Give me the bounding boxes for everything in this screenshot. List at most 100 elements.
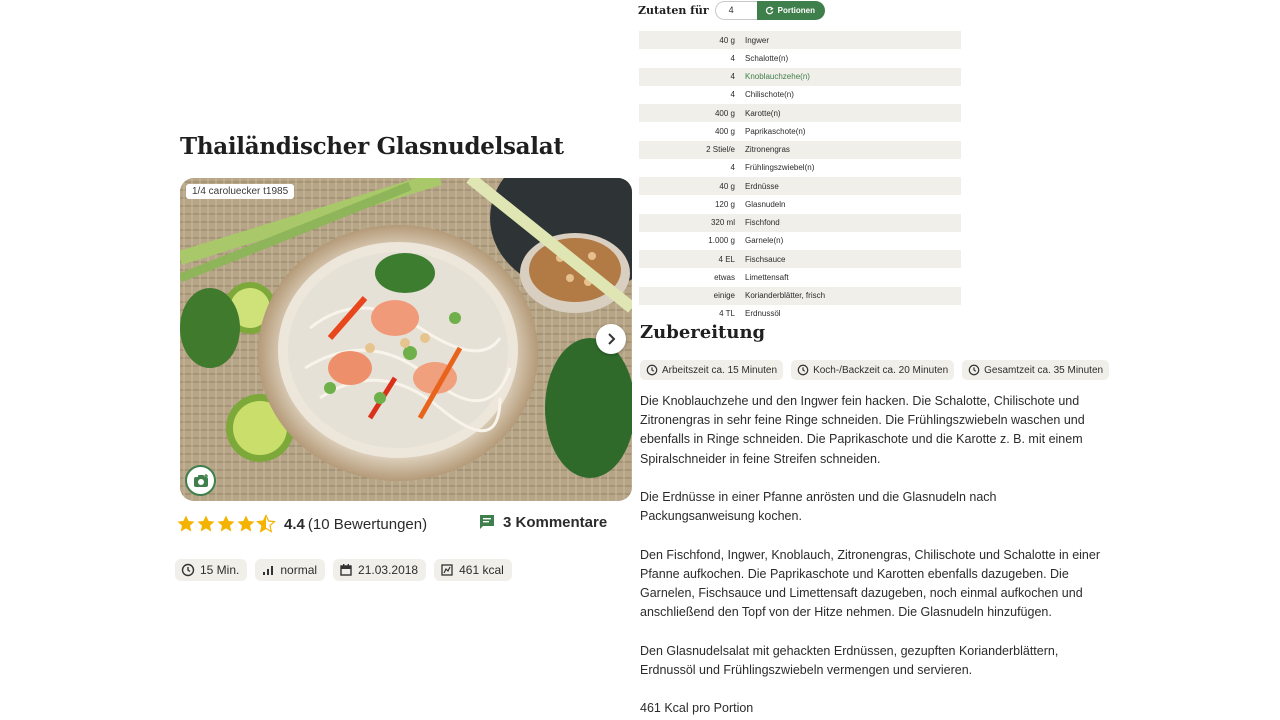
ingredient-row: etwas Limettensaft — [639, 268, 961, 286]
clock-icon — [797, 364, 809, 376]
cook-time-label: Koch-/Backzeit ca. 20 Minuten — [813, 364, 949, 376]
ingredient-name: Limettensaft — [745, 272, 789, 282]
portion-input[interactable]: 4 — [714, 1, 757, 20]
ingredient-amount: 120 g — [714, 199, 735, 209]
portion-control: Zutaten für 4 Portionen — [638, 1, 826, 20]
meta-date-label: 21.03.2018 — [358, 563, 419, 577]
work-time: Arbeitszeit ca. 15 Minuten — [640, 360, 784, 380]
preparation-steps: Die Knoblauchzehe und den Ingwer fein ha… — [640, 392, 1110, 720]
star-rating-icon — [177, 514, 276, 533]
clock-icon — [646, 364, 658, 376]
ingredient-name: Korianderblätter, frisch — [745, 291, 826, 301]
comment-icon — [480, 515, 494, 529]
ingredient-name: Fischfond — [745, 218, 780, 228]
preparation-step: Die Erdnüsse in einer Pfanne anrösten un… — [640, 490, 997, 524]
rating-value: 4.4 — [284, 515, 305, 533]
ingredient-amount: 4 — [730, 163, 735, 173]
ingredient-row: 4 Schalotte(n) — [639, 49, 961, 67]
comments-count: 3 Kommentare — [503, 513, 608, 531]
ingredient-row: 1.000 g Garnele(n) — [639, 232, 961, 250]
ingredient-amount: 4 — [730, 53, 735, 63]
ingredient-row: 4 EL Fischsauce — [639, 250, 961, 269]
total-time-label: Gesamtzeit ca. 35 Minuten — [984, 364, 1104, 376]
rating-stars[interactable] — [176, 514, 276, 534]
bar-chart-icon — [263, 566, 274, 575]
preparation-step: Den Fischfond, Ingwer, Knoblauch, Zitron… — [640, 547, 1100, 620]
ingredient-row: einige Korianderblätter, frisch — [639, 286, 961, 305]
cook-time: Koch-/Backzeit ca. 20 Minuten — [791, 360, 955, 380]
ingredient-row: 400 g Karotte(n) — [639, 104, 961, 123]
ingredient-name: Karotte(n) — [745, 108, 781, 118]
recipe-meta: 15 Min. normal 21.03.2018 461 kcal — [175, 559, 512, 581]
ingredient-row: 2 Stiel/e Zitronengras — [639, 140, 961, 159]
camera-plus-icon — [193, 473, 208, 487]
ingredient-name: Frühlingszwiebel(n) — [745, 163, 815, 173]
meta-date: 21.03.2018 — [333, 559, 427, 581]
ingredient-row: 120 g Glasnudeln — [639, 195, 961, 213]
ingredient-row: 4 Chilischote(n) — [639, 86, 961, 104]
preparation-step: 461 Kcal pro Portion — [640, 701, 754, 716]
meta-time-label: 15 Min. — [200, 563, 240, 577]
ingredient-amount: 40 g — [719, 35, 735, 45]
meta-difficulty: normal — [255, 559, 326, 581]
comments-link[interactable]: 3 Kommentare — [478, 513, 607, 531]
ingredients-table: 40 g Ingwer 4 Schalotte(n) 4 Knoblauchzehe(… — [639, 31, 961, 323]
clock-icon — [181, 563, 195, 577]
rating-row: 4.4 (10 Bewertungen) 3 Kommentare — [176, 512, 628, 536]
ingredient-row: 4 TL Erdnussöl — [639, 305, 961, 323]
ingredient-name: Erdnussöl — [745, 309, 781, 319]
ingredient-name: Ingwer — [745, 35, 770, 45]
work-time-label: Arbeitszeit ca. 15 Minuten — [662, 364, 778, 376]
preparation-step: Die Knoblauchzehe und den Ingwer fein ha… — [640, 394, 1085, 466]
refresh-icon — [765, 6, 774, 15]
ingredient-row: 400 g Paprikaschote(n) — [639, 122, 961, 140]
meta-kcal: 461 kcal — [434, 559, 512, 581]
recipe-photo[interactable]: 1/4 caroluecker t1985 — [180, 178, 632, 501]
recipe-title: Thailändischer Glasnudelsalat — [180, 133, 564, 160]
calendar-icon — [340, 564, 352, 576]
ingredient-amount: 4 — [730, 72, 735, 82]
ingredient-amount: 400 g — [714, 108, 735, 118]
ingredient-row: 40 g Ingwer — [639, 31, 961, 50]
ingredient-amount: 400 g — [714, 126, 735, 136]
ingredient-amount: 40 g — [719, 181, 735, 191]
clock-icon — [968, 364, 980, 376]
meta-time: 15 Min. — [175, 559, 248, 581]
ingredient-name: Garnele(n) — [745, 236, 784, 246]
ingredient-name: Erdnüsse — [745, 181, 779, 191]
ingredient-amount: 4 EL — [718, 254, 735, 264]
preparation-title: Zubereitung — [640, 322, 766, 343]
ingredient-row: 320 ml Fischfond — [639, 213, 961, 232]
rating-count[interactable]: (10 Bewertungen) — [308, 516, 427, 533]
preparation-times: Arbeitszeit ca. 15 Minuten Koch-/Backzei… — [640, 360, 1110, 380]
ingredient-amount: etwas — [714, 272, 735, 282]
ingredient-amount: 320 ml — [710, 218, 735, 228]
chevron-right-icon — [608, 333, 616, 345]
portion-button-label: Portionen — [777, 6, 816, 15]
portion-label: Zutaten für — [638, 4, 709, 17]
recipe-photo-image — [180, 178, 632, 501]
ingredient-name: Paprikaschote(n) — [745, 126, 806, 136]
ingredient-name: Zitronengras — [745, 145, 790, 155]
preparation-step: Den Glasnudelsalat mit gehackten Erdnüss… — [640, 643, 1059, 677]
ingredient-amount: 4 TL — [719, 309, 735, 319]
nutrition-icon — [441, 564, 453, 576]
ingredient-amount: 1.000 g — [708, 236, 735, 246]
ingredient-row: 4 Knoblauchzehe(n) — [639, 67, 961, 86]
total-time: Gesamtzeit ca. 35 Minuten — [962, 360, 1110, 380]
ingredient-name: Fischsauce — [745, 254, 786, 264]
photo-next-button[interactable] — [596, 324, 626, 354]
ingredient-amount: 2 Stiel/e — [706, 145, 735, 155]
photo-credit[interactable]: 1/4 caroluecker t1985 — [186, 184, 295, 199]
ingredient-row: 4 Frühlingszwiebel(n) — [639, 159, 961, 177]
photo-upload-button[interactable] — [185, 465, 216, 496]
portion-button[interactable]: Portionen — [756, 1, 826, 20]
ingredient-row: 40 g Erdnüsse — [639, 177, 961, 196]
ingredient-name: Schalotte(n) — [745, 53, 789, 63]
meta-difficulty-label: normal — [280, 563, 318, 577]
ingredient-link[interactable]: Knoblauchzehe(n) — [743, 72, 961, 81]
ingredient-amount: einige — [713, 291, 735, 301]
ingredient-amount: 4 — [730, 90, 735, 100]
ingredient-name: Glasnudeln — [745, 199, 786, 209]
meta-kcal-label: 461 kcal — [459, 563, 504, 577]
